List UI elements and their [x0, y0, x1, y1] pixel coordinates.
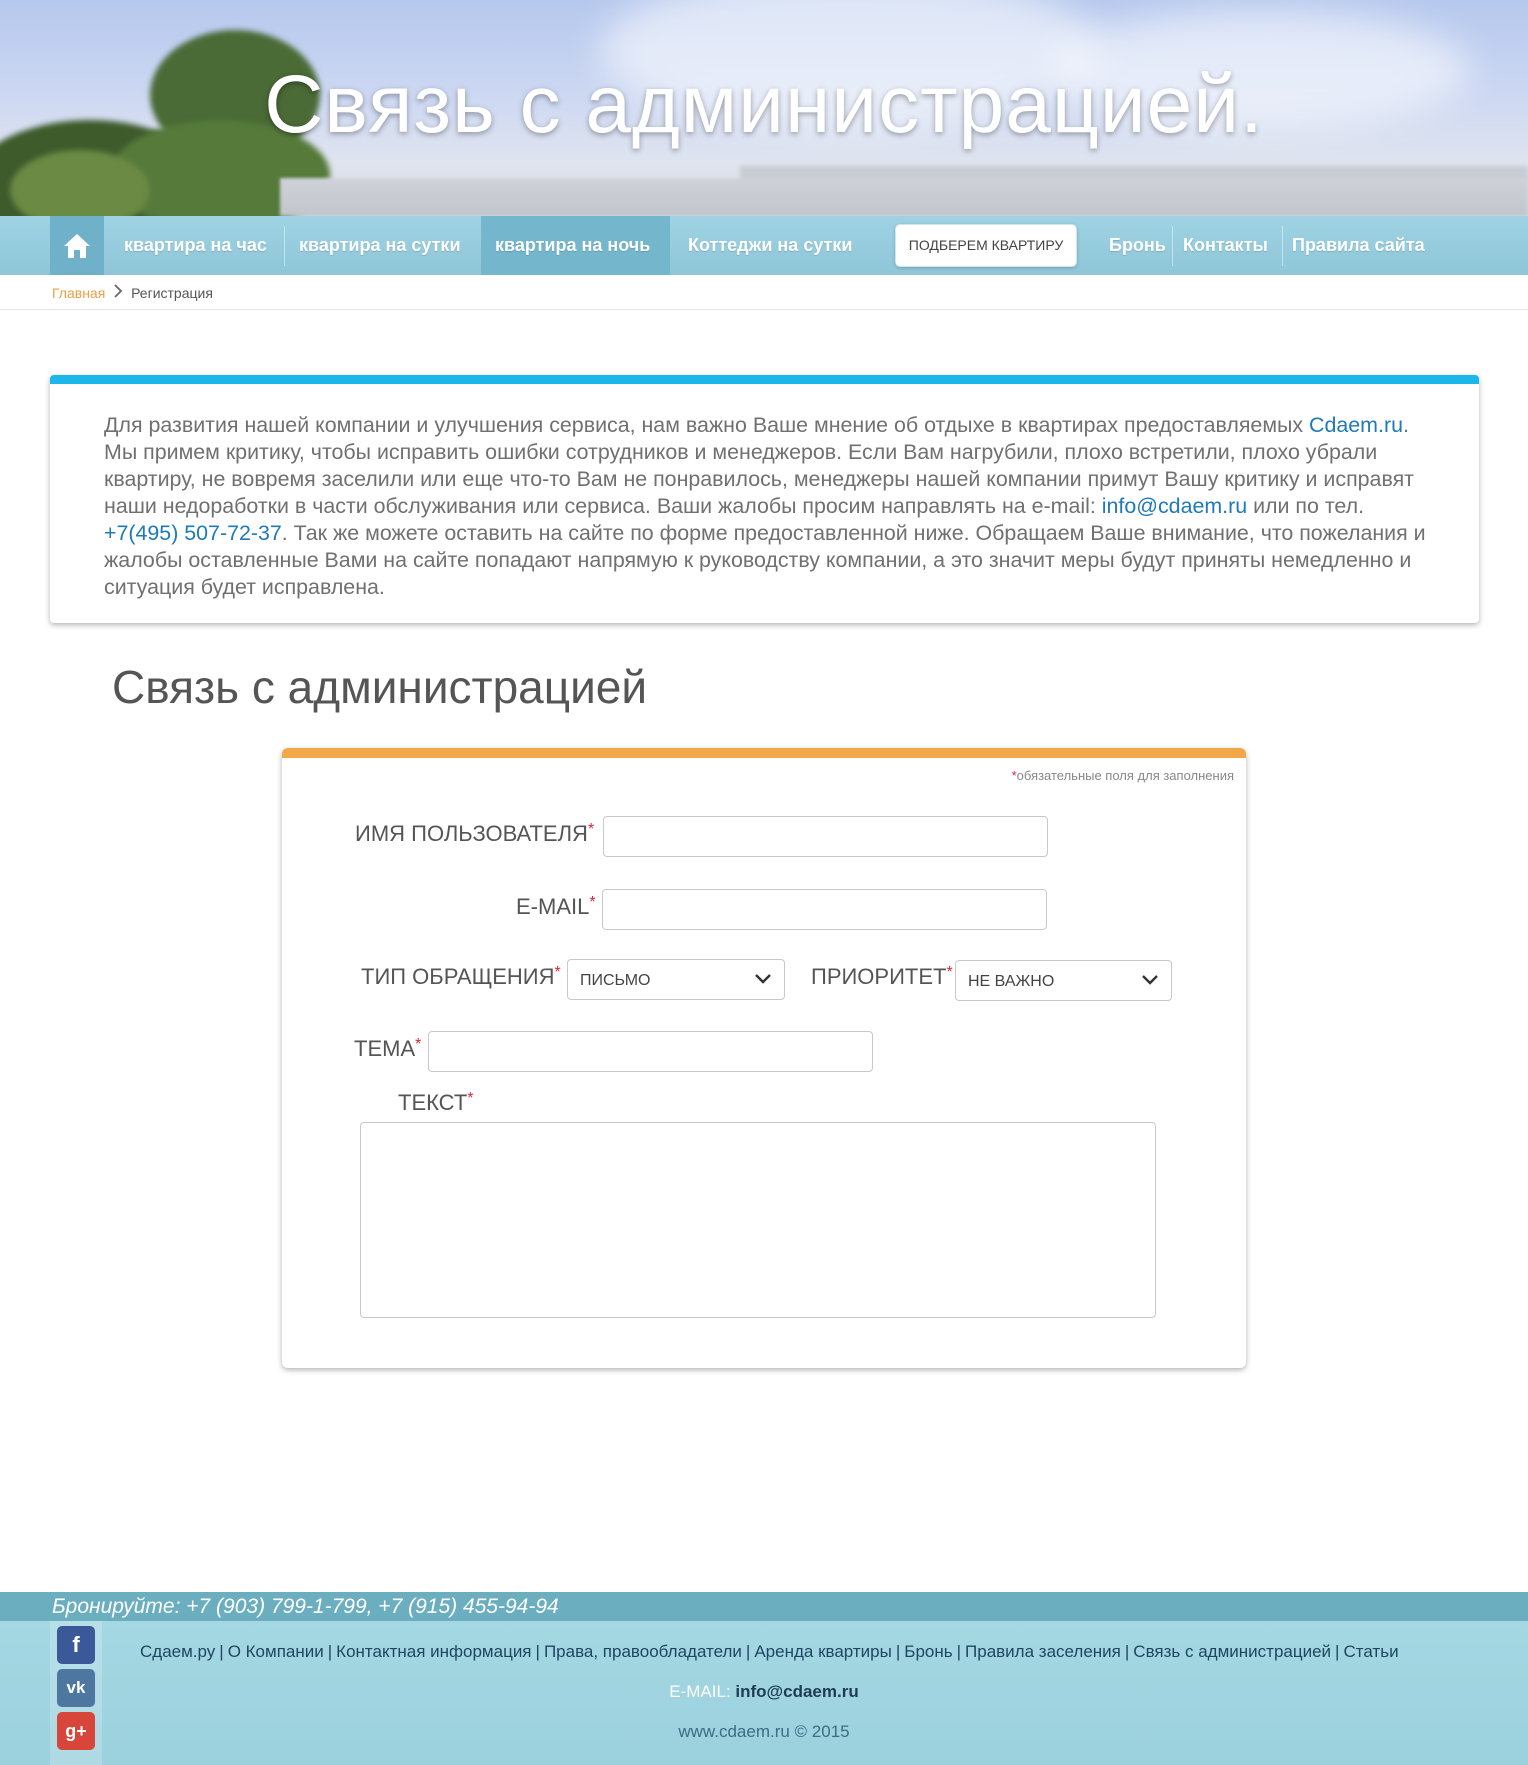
hero-building [280, 178, 1528, 216]
footer: f vk g+ Сдаем.ру | О Компании | Контактная и… [0, 1621, 1528, 1765]
type-label-text: ТИП ОБРАЩЕНИЯ [361, 964, 555, 989]
main-nav: квартира на час квартира на сутки кварти… [0, 216, 1528, 275]
priority-label-text: ПРИОРИТЕТ [811, 964, 947, 989]
home-button[interactable] [50, 216, 104, 275]
info-panel: Для развития нашей компании и улучшения … [50, 375, 1479, 623]
chevron-down-icon [755, 974, 771, 984]
footer-copyright: www.cdaem.ru © 2015 [678, 1722, 850, 1741]
priority-label: ПРИОРИТЕТ* [811, 964, 953, 990]
required-star: * [589, 894, 596, 911]
chevron-right-icon [113, 284, 123, 301]
breadcrumb-divider [0, 309, 1528, 310]
username-label-text: ИМЯ ПОЛЬЗОВАТЕЛЯ [355, 821, 588, 846]
breadcrumb: Главная Регистрация [52, 284, 213, 301]
nav-item-contacts[interactable]: Контакты [1169, 216, 1282, 275]
chevron-down-icon [1142, 975, 1158, 985]
info-text-part: Для развития нашей компании и улучшения … [104, 413, 1310, 437]
footer-link[interactable]: Статьи [1343, 1642, 1398, 1661]
email-input[interactable] [602, 889, 1047, 930]
info-text-part: . Так же можете оставить на сайте по фор… [104, 521, 1426, 599]
contact-form: *обязательные поля для заполнения ИМЯ ПО… [282, 748, 1246, 1368]
breadcrumb-home-link[interactable]: Главная [52, 285, 105, 301]
footer-link-separator: | [535, 1642, 540, 1661]
footer-booking-bar: Бронируйте: +7 (903) 799-1-799, +7 (915)… [0, 1592, 1528, 1621]
footer-link-separator: | [327, 1642, 333, 1661]
footer-link-separator: | [745, 1642, 751, 1661]
footer-email-link[interactable]: info@cdaem.ru [735, 1682, 858, 1701]
nav-item-booking[interactable]: Бронь [1095, 216, 1180, 275]
page-title: Связь с администрацией [112, 661, 648, 713]
breadcrumb-current: Регистрация [131, 285, 213, 301]
message-textarea[interactable] [360, 1122, 1156, 1318]
hero-banner: Связь с администрацией. [0, 0, 1528, 216]
nav-item-day[interactable]: квартира на сутки [285, 216, 475, 275]
footer-link-separator: | [956, 1642, 962, 1661]
required-star: * [554, 964, 561, 981]
footer-email: E-MAIL: info@cdaem.ru [0, 1682, 1528, 1702]
required-note: *обязательные поля для заполнения [1012, 768, 1234, 783]
type-label: ТИП ОБРАЩЕНИЯ* [361, 964, 561, 990]
pick-apartment-button[interactable]: ПОДБЕРЕМ КВАРТИРУ [895, 224, 1077, 267]
text-label: ТЕКСТ* [398, 1090, 474, 1116]
type-select-value: ПИСЬМО [580, 972, 651, 989]
footer-link[interactable]: Бронь [904, 1642, 952, 1661]
email-label-text: E-MAIL [516, 894, 590, 919]
priority-select[interactable]: НЕ ВАЖНО [955, 960, 1172, 1001]
footer-link[interactable]: Сдаем.ру [140, 1642, 215, 1661]
type-select[interactable]: ПИСЬМО [567, 959, 785, 1000]
email-label: E-MAIL* [516, 894, 596, 920]
required-star: * [946, 964, 953, 981]
footer-link[interactable]: О Компании [228, 1642, 324, 1661]
footer-link-separator: | [895, 1642, 901, 1661]
required-star: * [587, 821, 595, 838]
subject-input[interactable] [428, 1031, 873, 1072]
required-star: * [467, 1090, 474, 1107]
required-star: * [415, 1036, 422, 1053]
subject-label: ТЕМА* [354, 1036, 421, 1062]
footer-booking-phones: Бронируйте: +7 (903) 799-1-799, +7 (915)… [52, 1595, 559, 1618]
text-label-text: ТЕКСТ [398, 1090, 468, 1115]
footer-link-separator: | [1335, 1642, 1340, 1661]
footer-link-separator: | [219, 1642, 224, 1661]
info-text: Для развития нашей компании и улучшения … [104, 412, 1444, 601]
footer-links: Сдаем.ру | О Компании | Контактная информаци… [140, 1642, 1399, 1662]
phone-link[interactable]: +7(495) 507-72-37 [104, 521, 282, 545]
footer-link[interactable]: Права, правообладатели [544, 1642, 742, 1661]
nav-item-cottages[interactable]: Коттеджи на сутки [674, 216, 866, 275]
facebook-icon[interactable]: f [57, 1626, 95, 1664]
footer-link[interactable]: Аренда квартиры [754, 1642, 892, 1661]
info-text-part: или по тел. [1247, 494, 1365, 518]
nav-item-hour[interactable]: квартира на час [110, 216, 281, 275]
home-icon [64, 233, 90, 258]
footer-link-separator: | [1124, 1642, 1130, 1661]
required-note-text: обязательные поля для заполнения [1016, 768, 1234, 783]
footer-link[interactable]: Связь с администрацией [1133, 1642, 1331, 1661]
nav-item-night[interactable]: квартира на ночь [481, 216, 670, 275]
email-link[interactable]: info@cdaem.ru [1102, 494, 1247, 518]
footer-link[interactable]: Контактная информация [336, 1642, 531, 1661]
username-input[interactable] [603, 816, 1048, 857]
priority-select-value: НЕ ВАЖНО [968, 973, 1055, 990]
subject-label-text: ТЕМА [354, 1036, 416, 1061]
site-link[interactable]: Cdaem.ru [1309, 413, 1403, 437]
footer-email-label: E-MAIL: [669, 1682, 736, 1701]
username-label: ИМЯ ПОЛЬЗОВАТЕЛЯ* [355, 821, 594, 847]
nav-item-rules[interactable]: Правила сайта [1278, 216, 1439, 275]
footer-link[interactable]: Правила заселения [965, 1642, 1121, 1661]
hero-title: Связь с администрацией. [264, 59, 1264, 150]
